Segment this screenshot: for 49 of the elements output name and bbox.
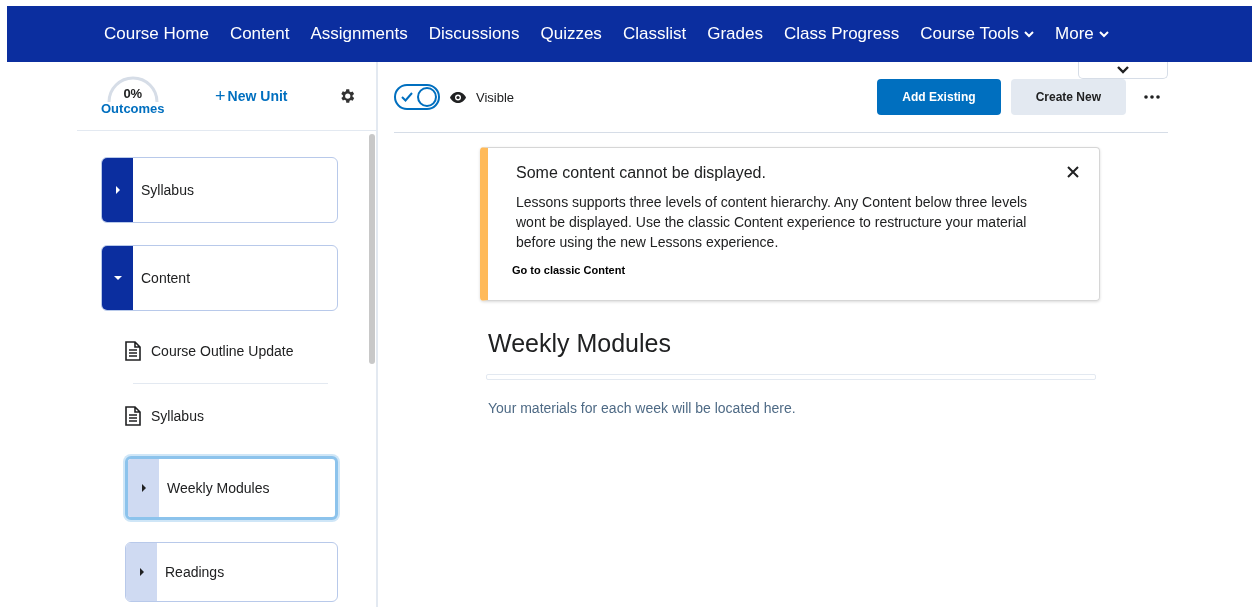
caret-right-icon (137, 568, 146, 576)
eye-icon (450, 91, 466, 103)
nav-menu-button[interactable]: Course Tools (920, 24, 1035, 44)
chevron-down-icon (1024, 30, 1035, 38)
unit-card[interactable]: Syllabus (101, 157, 338, 223)
topic-label: Syllabus (151, 408, 204, 424)
check-icon (401, 92, 413, 102)
scrollbar[interactable] (369, 134, 375, 364)
chevron-down-icon (1117, 66, 1129, 74)
nav-link[interactable]: Classlist (622, 24, 687, 44)
nav-link[interactable]: Content (229, 24, 290, 44)
caret-right-icon (113, 186, 122, 194)
close-button[interactable] (1067, 166, 1079, 178)
classic-content-link[interactable]: Go to classic Content (512, 264, 626, 276)
outcomes-link[interactable]: Outcomes (101, 101, 165, 116)
nav-link[interactable]: Discussions (428, 24, 520, 44)
nav-link[interactable]: Grades (707, 24, 763, 44)
nav-menu-button[interactable]: More (1055, 24, 1109, 44)
expand-toggle[interactable] (128, 459, 159, 517)
document-icon (125, 406, 141, 426)
progress-percent: 0% (123, 86, 143, 101)
nav-link[interactable]: Assignments (310, 24, 408, 44)
expand-toggle[interactable] (126, 543, 157, 601)
chevron-down-icon (1098, 30, 1109, 38)
unit-card[interactable]: Readings (125, 542, 338, 602)
visibility-label: Visible (476, 89, 515, 105)
new-unit-button[interactable]: +New Unit (209, 84, 294, 108)
secondary-button[interactable]: Create New (1010, 79, 1126, 115)
unit-description: Your materials for each week will be located here. (488, 400, 797, 416)
caret-right-icon (139, 484, 148, 492)
close-icon (1067, 166, 1079, 178)
unit-title: Weekly Modules (488, 329, 672, 358)
topic-label: Course Outline Update (151, 343, 294, 359)
nav-link[interactable]: Quizzes (540, 24, 602, 44)
unit-card[interactable]: Content (101, 245, 338, 311)
visibility-switch[interactable] (394, 84, 440, 110)
topic-item[interactable]: Course Outline Update (125, 333, 338, 369)
alert-title: Some content cannot be displayed. (516, 164, 767, 182)
expand-toggle[interactable] (102, 158, 133, 222)
expand-toggle[interactable] (102, 246, 133, 310)
caret-down-icon (113, 274, 122, 282)
topic-item[interactable]: Syllabus (125, 398, 338, 434)
unit-card[interactable]: Weekly Modules (125, 456, 338, 520)
more-icon (1144, 95, 1160, 99)
document-icon (125, 341, 141, 361)
primary-button[interactable]: Add Existing (877, 79, 1001, 115)
nav-link[interactable]: Course Home (104, 24, 209, 44)
alert-message: Lessons supports three levels of content hierarchy. Any Content below three levels wont be displayed. Use the classic Content experience to restructure your material before using the new Lessons experience. (516, 193, 1029, 252)
nav-link[interactable]: Class Progress (783, 24, 900, 44)
